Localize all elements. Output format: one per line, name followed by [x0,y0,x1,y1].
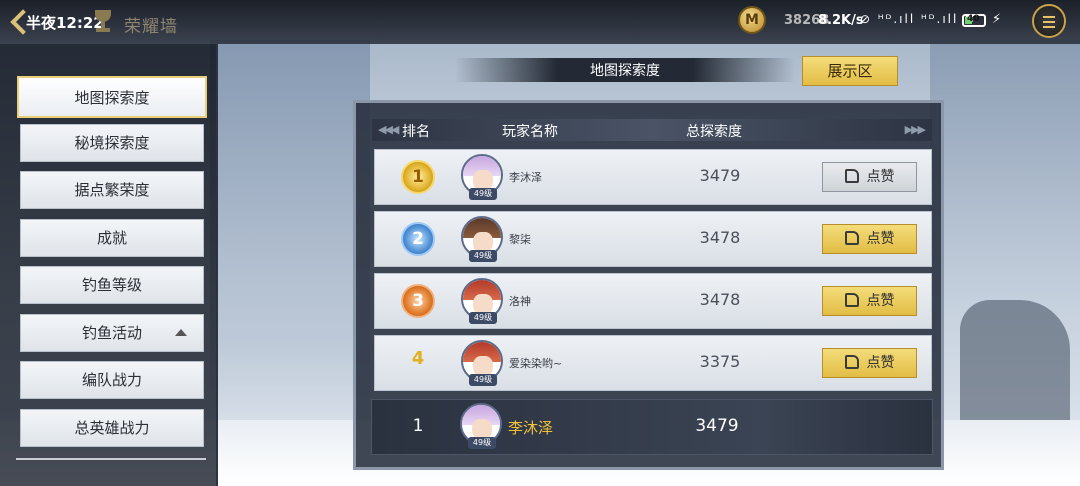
like-label: 点赞 [866,355,895,371]
sidebar-item-team-power[interactable]: 编队战力 [20,361,204,399]
column-header: ◀◀◀ 排名 玩家名称 总探索度 ▶▶▶ [372,119,932,141]
divider [16,458,206,460]
self-player-name: 李沐泽 [508,419,554,437]
score: 3375 [699,352,741,371]
sidebar-item-hero-power[interactable]: 总英雄战力 [20,409,204,447]
level-badge: 49级 [469,188,497,200]
player-name: 爱染染哟~ [509,357,563,370]
rank-number: 4 [411,348,425,369]
like-label: 点赞 [866,231,895,247]
table-row: 3 49级 洛神 3478 点赞 [374,273,932,329]
signal-wifi-icons: ⊘ ᴴᴰ.ıll ᴴᴰ.ıll ≋ [860,12,977,26]
chevron-up-icon [175,329,187,336]
net-speed: 8.2K/s [818,13,864,28]
score: 3479 [699,166,741,185]
trophy-icon [92,10,114,34]
level-badge: 49级 [469,374,497,386]
like-button[interactable]: 点赞 [822,162,917,192]
rank-badge-icon: 3 [401,284,435,318]
col-rank: 排名 [402,124,430,140]
board-title: 地图探索度 [590,63,660,79]
player-name: 黎柒 [509,233,531,246]
sidebar-item-fishing-event[interactable]: 钓鱼活动 [20,314,204,352]
thumbs-up-icon [844,169,859,183]
rank-badge-icon: 2 [401,222,435,256]
coin-icon: M [738,6,766,34]
like-button[interactable]: 点赞 [822,286,917,316]
level-badge: 49级 [468,437,496,449]
player-name: 洛神 [509,295,531,308]
score: 3478 [699,290,741,309]
self-score: 3479 [695,416,739,436]
score: 3478 [699,228,741,247]
thumbs-up-icon [844,231,859,245]
thumbs-up-icon [844,355,859,369]
top-bar: 半夜12:22 荣耀墙 M 38268 8.2K/s ⊘ ᴴᴰ.ıll ᴴᴰ.ı… [0,0,1080,44]
sidebar-item-stronghold[interactable]: 据点繁荣度 [20,171,204,209]
leaderboard-panel: ◀◀◀ 排名 玩家名称 总探索度 ▶▶▶ 1 49级 李沐泽 3479 点赞 2… [353,100,944,470]
like-button[interactable]: 点赞 [822,224,917,254]
sidebar-item-fishing-level[interactable]: 钓鱼等级 [20,266,204,304]
battery-level: 40 [967,14,980,24]
like-label: 点赞 [866,169,895,185]
table-row: 4 49级 爱染染哟~ 3375 点赞 [374,335,932,391]
menu-icon[interactable] [1032,4,1066,38]
sidebar-item-map-exploration[interactable]: 地图探索度 [17,76,207,118]
level-badge: 49级 [469,250,497,262]
battery-icon: 40 [962,14,986,27]
self-rank-row: 1 49级 李沐泽 3479 [371,399,933,455]
table-row: 1 49级 李沐泽 3479 点赞 [374,149,932,205]
self-rank: 1 [412,416,424,436]
sidebar-item-achievement[interactable]: 成就 [20,219,204,257]
sidebar-item-label: 钓鱼活动 [81,324,142,342]
rank-badge-icon: 1 [401,160,435,194]
thumbs-up-icon [844,293,859,307]
col-score: 总探索度 [686,124,742,140]
player-name: 李沐泽 [509,171,542,184]
header-decoration-icon: ◀◀◀ [378,123,399,136]
sidebar-item-secret-realm[interactable]: 秘境探索度 [20,124,204,162]
like-label: 点赞 [866,293,895,309]
like-button[interactable]: 点赞 [822,348,917,378]
col-player: 玩家名称 [502,124,558,140]
board-header: 地图探索度 [455,58,795,82]
table-row: 2 49级 黎柒 3478 点赞 [374,211,932,267]
level-badge: 49级 [469,312,497,324]
showcase-button[interactable]: 展示区 [802,56,898,86]
header-decoration-icon: ▶▶▶ [904,123,926,136]
sidebar: 地图探索度 秘境探索度 据点繁荣度 成就 钓鱼等级 钓鱼活动 编队战力 总英雄战… [0,44,218,486]
page-title: 荣耀墙 [124,17,178,37]
charging-icon: ⚡ [992,12,1002,27]
